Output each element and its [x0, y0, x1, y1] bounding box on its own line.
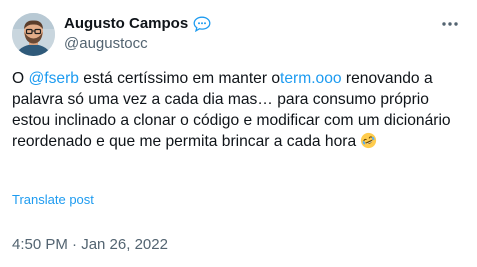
- more-horizontal-icon: [442, 22, 458, 26]
- avatar[interactable]: [12, 13, 55, 56]
- user-handle[interactable]: @augustocc: [64, 35, 148, 52]
- speech-bubble-icon: [193, 16, 211, 32]
- display-name-row[interactable]: Augusto Campos: [64, 15, 211, 32]
- mention-link[interactable]: @fserb: [28, 70, 79, 87]
- tweet-text-part: está certíssimo em manter o: [78, 70, 281, 87]
- post-timestamp[interactable]: 4:50 PM · Jan 26, 2022: [12, 236, 168, 253]
- url-link[interactable]: term.ooo: [280, 70, 342, 87]
- display-name[interactable]: Augusto Campos: [64, 15, 188, 32]
- more-options-button[interactable]: [439, 14, 461, 34]
- tweet-card: Augusto Campos @augustocc O @fserb está …: [0, 0, 477, 267]
- rolling-on-floor-laughing-emoji-icon: [360, 132, 377, 149]
- tweet-text-part: O: [12, 70, 29, 87]
- translate-post-link[interactable]: Translate post: [12, 192, 94, 207]
- tweet-text: O @fserb está certíssimo em manter oterm…: [12, 68, 467, 152]
